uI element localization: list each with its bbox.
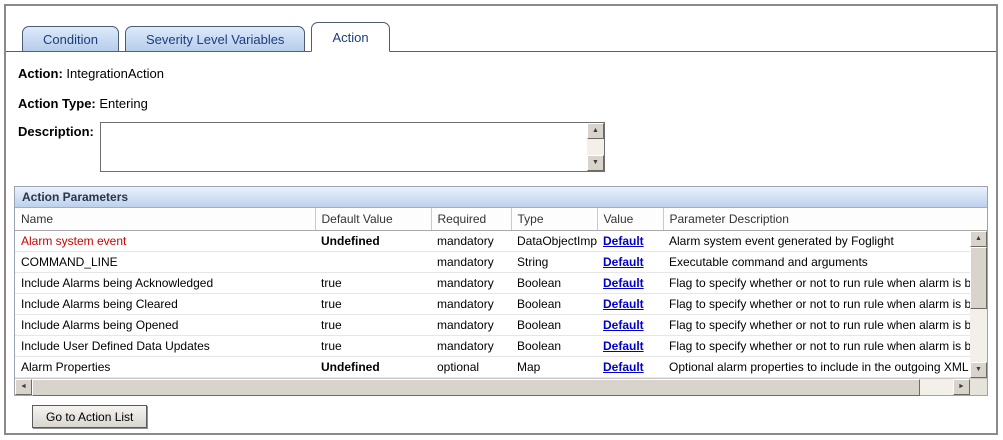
param-type: Boolean xyxy=(511,294,597,315)
param-default: true xyxy=(315,336,431,357)
description-scrollbar[interactable]: ▲ ▼ xyxy=(587,123,604,171)
description-label: Description: xyxy=(18,122,100,172)
param-description: Alarm system event generated by Foglight xyxy=(663,231,970,252)
param-name: Include Alarms being Opened xyxy=(15,315,315,336)
param-type: DataObjectImpl xyxy=(511,231,597,252)
param-required: mandatory xyxy=(431,315,511,336)
scroll-up-icon[interactable]: ▲ xyxy=(970,231,987,247)
table-horizontal-scrollbar[interactable]: ◄ ► xyxy=(15,379,970,395)
default-link[interactable]: Default xyxy=(603,276,644,290)
description-textarea[interactable] xyxy=(101,123,588,171)
table-row: Alarm system event Undefined mandatory D… xyxy=(15,231,970,252)
scrollbar-track[interactable] xyxy=(587,139,604,155)
param-description: Flag to specify whether or not to run ru… xyxy=(663,273,970,294)
parameters-table-area: Name Default Value Required Type Value P… xyxy=(15,208,970,378)
scrollbar-track[interactable] xyxy=(920,379,953,395)
param-type: Boolean xyxy=(511,336,597,357)
default-link[interactable]: Default xyxy=(603,234,644,248)
action-value: IntegrationAction xyxy=(66,66,164,81)
scroll-left-icon[interactable]: ◄ xyxy=(15,379,32,395)
tab-action[interactable]: Action xyxy=(311,22,389,52)
default-link[interactable]: Default xyxy=(603,339,644,353)
action-type-value: Entering xyxy=(99,96,147,111)
param-description: Flag to specify whether or not to run ru… xyxy=(663,336,970,357)
param-type: String xyxy=(511,252,597,273)
param-required: mandatory xyxy=(431,336,511,357)
col-header-default-value: Default Value xyxy=(315,208,431,231)
table-row: Include User Defined Data Updates true m… xyxy=(15,336,970,357)
action-label: Action: xyxy=(18,66,63,81)
vertical-scroll-thumb[interactable] xyxy=(970,247,987,309)
param-description: Flag to specify whether or not to run ru… xyxy=(663,294,970,315)
param-name: Alarm system event xyxy=(15,231,315,252)
table-row: Include Alarms being Cleared true mandat… xyxy=(15,294,970,315)
col-header-name: Name xyxy=(15,208,315,231)
horizontal-scroll-thumb[interactable] xyxy=(32,379,920,396)
scrollbar-track[interactable] xyxy=(970,309,987,362)
param-name: Include Alarms being Cleared xyxy=(15,294,315,315)
param-name: Include Alarms being Acknowledged xyxy=(15,273,315,294)
go-to-action-list-button[interactable]: Go to Action List xyxy=(32,405,147,428)
param-name: Include User Defined Data Updates xyxy=(15,336,315,357)
param-type: Map xyxy=(511,357,597,378)
param-default: Undefined xyxy=(315,357,431,378)
param-required: mandatory xyxy=(431,231,511,252)
action-field: Action: IntegrationAction xyxy=(18,66,996,82)
param-type: Boolean xyxy=(511,273,597,294)
table-row: Include Alarms being Opened true mandato… xyxy=(15,315,970,336)
col-header-value: Value xyxy=(597,208,663,231)
tab-condition[interactable]: Condition xyxy=(22,26,119,51)
param-description: Optional alarm properties to include in … xyxy=(663,357,970,378)
param-default: Undefined xyxy=(315,231,431,252)
action-type-field: Action Type: Entering xyxy=(18,96,996,112)
param-name: Alarm Properties xyxy=(15,357,315,378)
col-header-type: Type xyxy=(511,208,597,231)
table-vertical-scrollbar[interactable]: ▲ ▼ xyxy=(970,208,987,378)
scroll-right-icon[interactable]: ► xyxy=(953,379,970,395)
action-type-label: Action Type: xyxy=(18,96,96,111)
header-row: Name Default Value Required Type Value P… xyxy=(15,208,970,231)
param-default: true xyxy=(315,273,431,294)
param-description: Flag to specify whether or not to run ru… xyxy=(663,315,970,336)
scroll-down-icon[interactable]: ▼ xyxy=(970,362,987,378)
table-row: COMMAND_LINE mandatory String Default Ex… xyxy=(15,252,970,273)
scrollbar-corner xyxy=(970,379,987,395)
param-default xyxy=(315,252,431,273)
table-row: Include Alarms being Acknowledged true m… xyxy=(15,273,970,294)
table-row: Alarm Properties Undefined optional Map … xyxy=(15,357,970,378)
param-required: mandatory xyxy=(431,294,511,315)
param-name: COMMAND_LINE xyxy=(15,252,315,273)
tab-severity-level-variables[interactable]: Severity Level Variables xyxy=(125,26,306,51)
rule-action-panel: Condition Severity Level Variables Actio… xyxy=(4,4,998,435)
param-required: mandatory xyxy=(431,273,511,294)
param-description: Executable command and arguments xyxy=(663,252,970,273)
default-link[interactable]: Default xyxy=(603,297,644,311)
param-default: true xyxy=(315,294,431,315)
scroll-up-icon[interactable]: ▲ xyxy=(587,123,604,139)
description-textbox: ▲ ▼ xyxy=(100,122,605,172)
table-horizontal-scrollbar-row: ◄ ► xyxy=(15,378,987,395)
default-link[interactable]: Default xyxy=(603,318,644,332)
scrollbar-header-spacer xyxy=(970,208,987,231)
col-header-description: Parameter Description xyxy=(663,208,970,231)
param-type: Boolean xyxy=(511,315,597,336)
scroll-down-icon[interactable]: ▼ xyxy=(587,155,604,171)
action-parameters-section: Action Parameters Name Default Value Req… xyxy=(14,186,988,396)
description-field: Description: ▲ ▼ xyxy=(18,122,996,172)
param-required: optional xyxy=(431,357,511,378)
parameters-table: Name Default Value Required Type Value P… xyxy=(15,208,970,378)
default-link[interactable]: Default xyxy=(603,255,644,269)
col-header-required: Required xyxy=(431,208,511,231)
action-parameters-header: Action Parameters xyxy=(15,187,987,208)
default-link[interactable]: Default xyxy=(603,360,644,374)
tab-bar: Condition Severity Level Variables Actio… xyxy=(6,14,996,52)
param-default: true xyxy=(315,315,431,336)
param-required: mandatory xyxy=(431,252,511,273)
